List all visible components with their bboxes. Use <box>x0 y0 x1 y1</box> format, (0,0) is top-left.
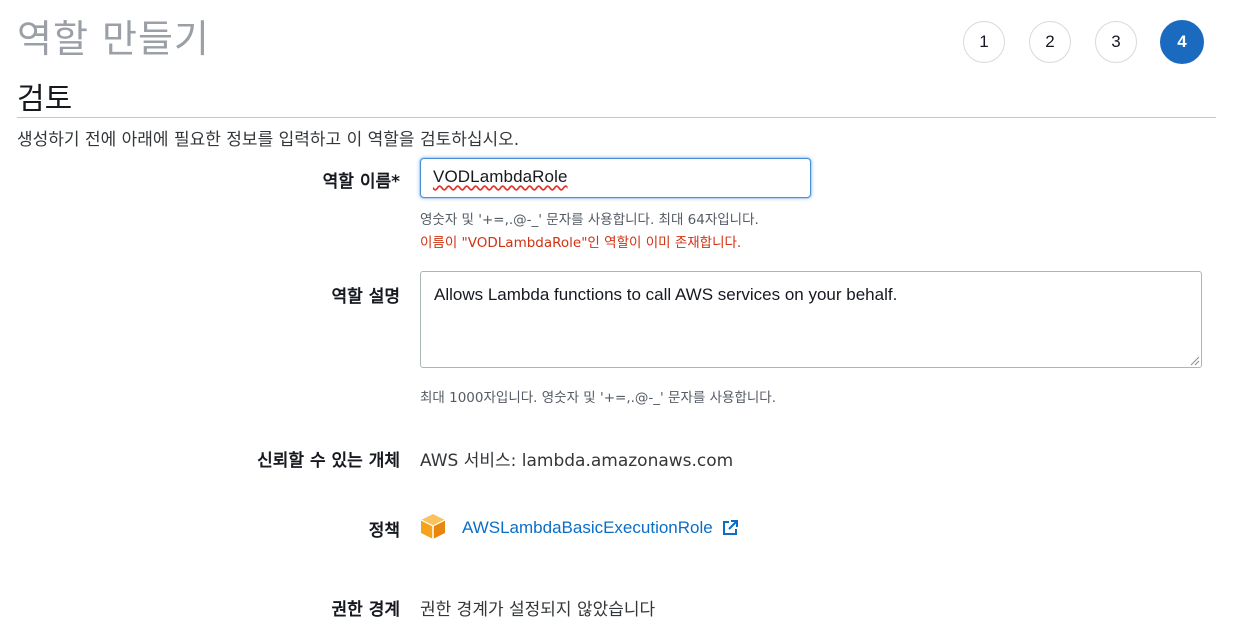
role-description-textarea[interactable]: Allows Lambda functions to call AWS serv… <box>420 271 1202 368</box>
role-description-label: 역할 설명 <box>331 287 400 307</box>
resize-handle-icon[interactable] <box>1188 354 1200 366</box>
role-name-input[interactable] <box>420 158 811 198</box>
step-4[interactable]: 4 <box>1160 20 1204 64</box>
create-role-page: 역할 만들기 1 2 3 4 검토 생성하기 전에 아래에 필요한 정보를 입력… <box>0 0 1246 632</box>
role-name-label: 역할 이름* <box>322 172 400 192</box>
step-1[interactable]: 1 <box>963 21 1005 63</box>
aws-cube-icon <box>420 514 446 539</box>
step-3[interactable]: 3 <box>1095 21 1137 63</box>
trusted-entity-value: AWS 서비스: lambda.amazonaws.com <box>420 451 734 471</box>
trusted-entity-label: 신뢰할 수 있는 개체 <box>257 451 400 471</box>
divider <box>17 117 1216 118</box>
step-2[interactable]: 2 <box>1029 21 1071 63</box>
permissions-boundary-label: 권한 경계 <box>331 600 400 620</box>
role-name-hint: 영숫자 및 '+=,.@-_' 문자를 사용합니다. 최대 64자입니다. <box>420 212 759 228</box>
permissions-boundary-value: 권한 경계가 설정되지 않았습니다 <box>420 600 656 620</box>
role-name-error: 이름이 "VODLambdaRole"인 역할이 이미 존재합니다. <box>420 235 742 251</box>
policies-label: 정책 <box>368 521 400 541</box>
section-title: 검토 <box>17 82 73 117</box>
external-link-icon[interactable] <box>721 519 739 537</box>
policy-link[interactable]: AWSLambdaBasicExecutionRole <box>462 518 713 538</box>
page-title: 역할 만들기 <box>17 17 210 61</box>
intro-text: 생성하기 전에 아래에 필요한 정보를 입력하고 이 역할을 검토하십시오. <box>17 130 520 150</box>
role-description-hint: 최대 1000자입니다. 영숫자 및 '+=,.@-_' 문자를 사용합니다. <box>420 390 776 406</box>
